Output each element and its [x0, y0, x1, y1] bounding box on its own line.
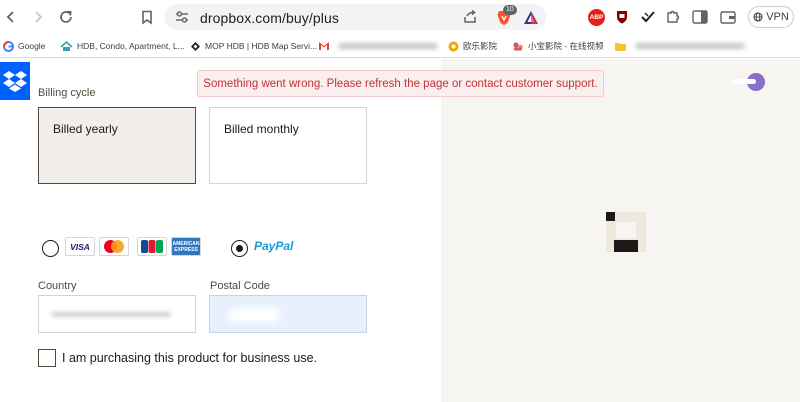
avatar-placeholder-icon[interactable]	[732, 71, 766, 93]
sidebar-icon	[692, 10, 708, 24]
share-button[interactable]	[460, 7, 480, 27]
forward-arrow-icon	[35, 11, 43, 23]
rewards-triangle-icon	[524, 10, 538, 24]
bookmark-label: Google	[18, 41, 46, 51]
bookmark-xiaobao[interactable]: 小宝影院 - 在线视频	[512, 39, 604, 53]
checkout-form: Billing cycle Billed yearly Billed month…	[0, 59, 441, 402]
address-bar[interactable]: dropbox.com/buy/plus	[164, 4, 546, 30]
brave-rewards-button[interactable]	[521, 7, 541, 27]
bookmark-label: 小宝影院 - 在线视频	[528, 41, 604, 51]
billing-cycle-label: Billing cycle	[38, 87, 96, 99]
business-use-label: I am purchasing this product for busines…	[62, 351, 317, 365]
error-banner: Something went wrong. Please refresh the…	[197, 70, 604, 97]
postal-code-input[interactable]	[209, 295, 367, 333]
sidebar-toggle-button[interactable]	[690, 7, 710, 27]
share-icon	[464, 9, 476, 23]
folder-icon	[615, 42, 626, 51]
country-label: Country	[38, 280, 77, 292]
billed-yearly-option[interactable]: Billed yearly	[38, 107, 196, 184]
order-summary-pane	[441, 59, 800, 402]
back-button[interactable]	[0, 6, 22, 28]
bookmark-gmail[interactable]	[318, 39, 438, 53]
google-icon	[3, 40, 14, 52]
bookmark-google[interactable]: Google	[3, 39, 45, 53]
map-icon	[191, 41, 200, 51]
bookmarks-bar: Google HDB, Condo, Apartment, L... MOP H…	[0, 34, 800, 58]
mastercard-circles	[104, 240, 124, 253]
error-message: Something went wrong. Please refresh the…	[203, 77, 598, 90]
puzzle-icon	[667, 10, 680, 23]
video-icon	[513, 41, 523, 50]
bookmark-icon	[142, 10, 152, 25]
reload-icon	[60, 10, 72, 23]
house-icon	[60, 40, 73, 51]
dropbox-icon	[3, 71, 27, 92]
bookmark-oule[interactable]: 欧乐影院	[448, 39, 497, 53]
country-select[interactable]	[38, 295, 196, 333]
amex-card-icon: AMERICAN EXPRESS	[171, 237, 201, 256]
bookmark-folder[interactable]	[614, 39, 745, 53]
reload-button[interactable]	[55, 6, 77, 28]
url-text: dropbox.com/buy/plus	[200, 10, 339, 26]
back-arrow-icon	[6, 11, 14, 23]
page-content: Billing cycle Billed yearly Billed month…	[0, 59, 800, 402]
vpn-label: VPN	[766, 11, 789, 23]
extensions-button[interactable]	[663, 7, 683, 27]
billed-yearly-label: Billed yearly	[53, 122, 118, 136]
bookmark-label: MOP HDB | HDB Map Servi...	[205, 41, 318, 51]
redacted-value	[228, 308, 280, 322]
extension-shield-button[interactable]	[612, 7, 632, 27]
blurred-bookmark-text	[635, 43, 745, 49]
bookmark-mop-hdb[interactable]: MOP HDB | HDB Map Servi...	[190, 39, 317, 53]
adblock-plus-icon[interactable]: ABP	[588, 9, 605, 26]
bookmark-label: HDB, Condo, Apartment, L...	[77, 41, 185, 51]
paypal-logo: PayPal	[254, 239, 293, 253]
film-icon	[448, 41, 459, 51]
bookmark-star-button[interactable]	[136, 6, 158, 28]
business-use-checkbox[interactable]	[38, 349, 56, 367]
vpn-button[interactable]: VPN	[748, 6, 794, 28]
paypal-label: PayPal	[254, 239, 294, 253]
wallet-button[interactable]	[718, 7, 738, 27]
checkmark-extension-button[interactable]	[638, 7, 658, 27]
ublock-shield-icon	[617, 11, 627, 24]
vpn-globe-icon	[753, 12, 763, 22]
billed-monthly-label: Billed monthly	[224, 122, 299, 136]
postal-code-label: Postal Code	[210, 280, 270, 292]
jcb-card-icon	[137, 237, 167, 256]
dropbox-logo[interactable]	[0, 62, 30, 100]
jcb-stripes	[141, 240, 163, 253]
redacted-value	[51, 312, 171, 317]
brave-shields-button[interactable]: 10	[494, 5, 517, 27]
loading-spinner-icon	[606, 212, 646, 252]
mastercard-icon	[99, 237, 129, 256]
bookmark-label: 欧乐影院	[463, 41, 498, 51]
paypal-payment-radio[interactable]	[231, 240, 248, 257]
checkmark-icon	[641, 11, 655, 23]
card-payment-radio[interactable]	[42, 240, 59, 257]
brave-badge: 10	[503, 5, 517, 15]
browser-toolbar: dropbox.com/buy/plus 10 ABP VPN	[0, 0, 800, 34]
wallet-icon	[720, 11, 736, 24]
visa-card-icon: VISA	[65, 237, 95, 256]
bookmark-hdb[interactable]: HDB, Condo, Apartment, L...	[60, 39, 185, 53]
forward-button[interactable]	[27, 6, 49, 28]
site-settings-icon[interactable]	[175, 11, 189, 23]
blurred-bookmark-text	[338, 43, 438, 49]
billed-monthly-option[interactable]: Billed monthly	[209, 107, 367, 184]
gmail-icon	[319, 42, 329, 50]
